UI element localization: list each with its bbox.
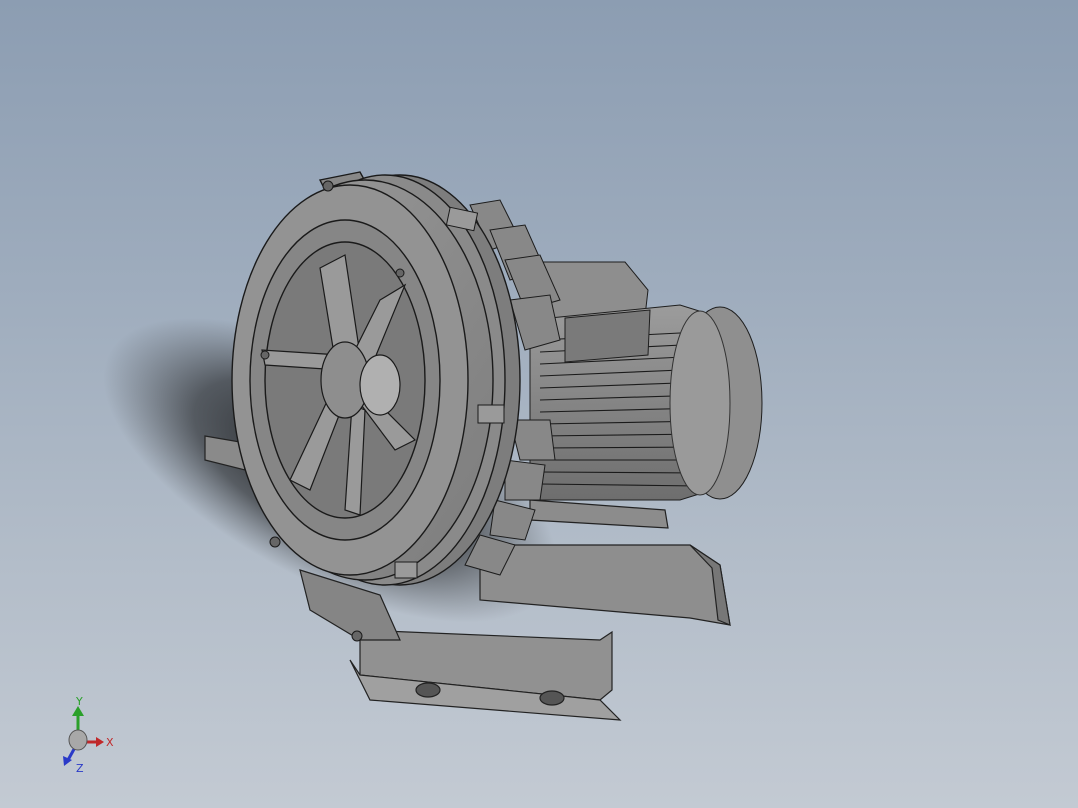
blower-model[interactable] — [0, 0, 1078, 808]
coordinate-triad[interactable]: Y X Z — [50, 696, 120, 776]
graphics-viewport[interactable]: Y X Z — [0, 0, 1078, 808]
triad-axes — [63, 706, 104, 766]
motor-body[interactable] — [529, 261, 763, 501]
triad-z-label: Z — [76, 762, 84, 775]
triad-y-label: Y — [75, 696, 83, 708]
triad-x-label: X — [106, 736, 114, 749]
